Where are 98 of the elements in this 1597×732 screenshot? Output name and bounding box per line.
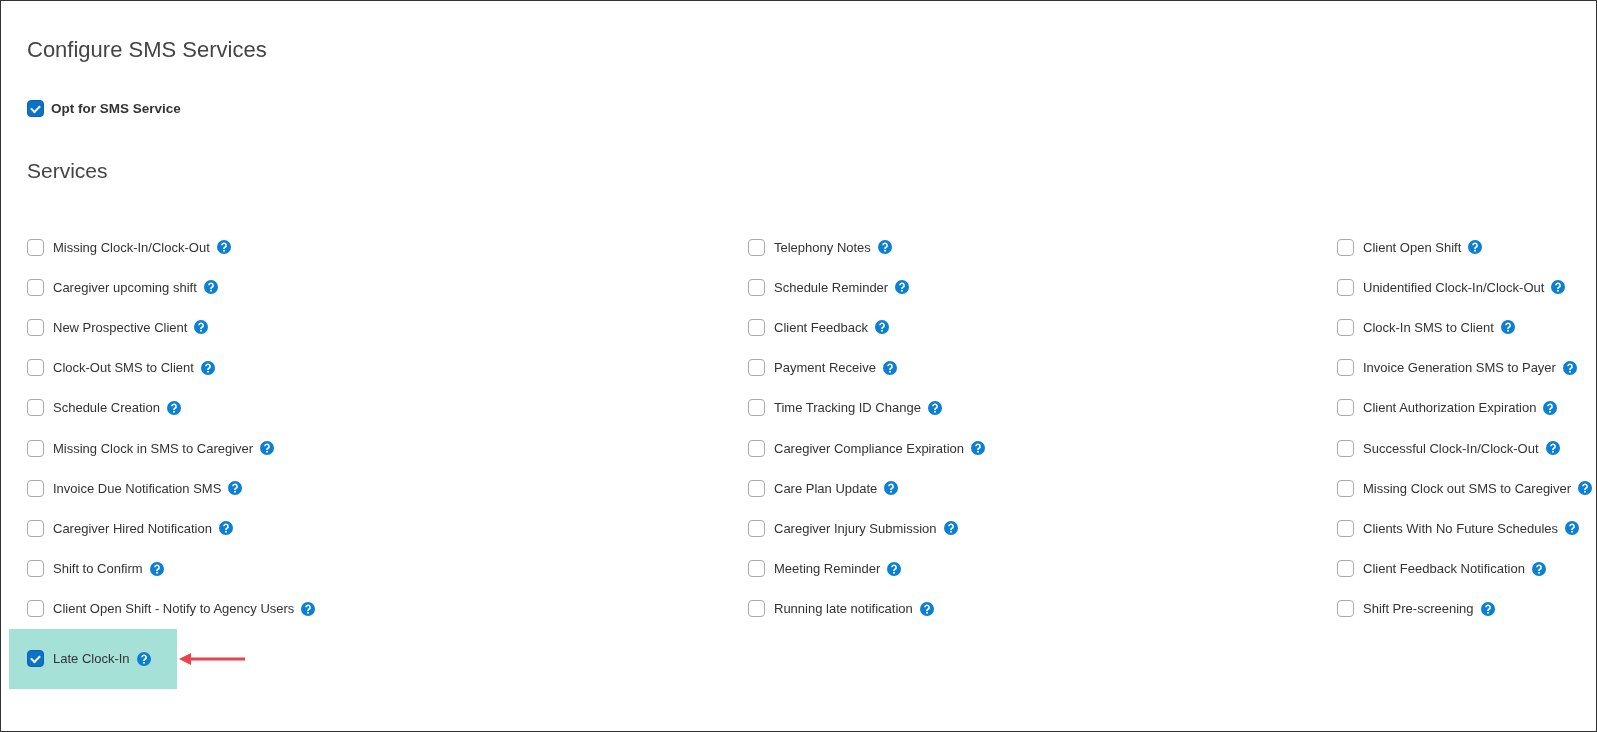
annotation-arrow (177, 650, 247, 667)
checkbox[interactable] (27, 278, 44, 296)
checkbox[interactable] (748, 479, 765, 497)
checkbox[interactable] (1337, 600, 1354, 618)
checkbox[interactable] (748, 399, 765, 417)
service-label: Clients With No Future Schedules (1363, 520, 1559, 536)
service-label: Client Open Shift - Notify to Agency Users (53, 601, 295, 617)
help-icon[interactable] (919, 601, 934, 616)
service-label: Schedule Creation (53, 400, 160, 416)
service-label: New Prospective Client (53, 319, 188, 335)
service-label: Caregiver Compliance Expiration (774, 440, 965, 456)
help-icon[interactable] (228, 481, 243, 496)
checkbox[interactable] (27, 399, 44, 417)
help-icon[interactable] (218, 521, 233, 536)
checkbox[interactable] (748, 600, 765, 618)
help-icon[interactable] (203, 280, 218, 295)
service-label: Caregiver upcoming shift (53, 279, 197, 295)
checkbox[interactable] (1337, 560, 1354, 578)
checkbox[interactable] (1337, 318, 1354, 336)
help-icon[interactable] (301, 601, 316, 616)
help-icon[interactable] (971, 441, 986, 456)
help-icon[interactable] (1551, 280, 1566, 295)
service-label: Shift to Confirm (53, 561, 143, 577)
service-label: Meeting Reminder (774, 561, 881, 577)
checkbox[interactable] (1337, 479, 1354, 497)
service-label: Invoice Generation SMS to Payer (1363, 360, 1556, 376)
service-label: Telephony Notes (774, 239, 871, 255)
checkbox[interactable] (748, 359, 765, 377)
help-icon[interactable] (1565, 521, 1580, 536)
checkbox[interactable] (748, 519, 765, 537)
service-label: Missing Clock in SMS to Caregiver (53, 440, 254, 456)
help-icon[interactable] (884, 481, 899, 496)
checkbox[interactable] (27, 600, 44, 618)
service-label: Missing Clock-In/Clock-Out (53, 239, 210, 255)
help-icon[interactable] (927, 400, 942, 415)
service-label: Client Authorization Expiration (1363, 400, 1537, 416)
service-label: Clock-In SMS to Client (1363, 319, 1494, 335)
service-label: Successful Clock-In/Clock-Out (1363, 440, 1539, 456)
checkbox[interactable] (1337, 278, 1354, 296)
help-icon[interactable] (877, 240, 892, 255)
checkbox[interactable] (27, 439, 44, 457)
help-icon[interactable] (882, 360, 897, 375)
checkbox[interactable] (27, 318, 44, 336)
checkbox[interactable] (27, 359, 44, 377)
service-label: Payment Receive (774, 360, 876, 376)
service-label: Unidentified Clock-In/Clock-Out (1363, 279, 1545, 295)
help-icon[interactable] (943, 521, 958, 536)
checkbox[interactable] (1337, 399, 1354, 417)
service-label: Time Tracking ID Change (774, 400, 921, 416)
help-icon[interactable] (1545, 441, 1560, 456)
help-icon[interactable] (895, 280, 910, 295)
help-icon[interactable] (200, 360, 215, 375)
help-icon[interactable] (1543, 400, 1558, 415)
service-label: Care Plan Update (774, 480, 878, 496)
checkbox[interactable] (1337, 238, 1354, 256)
checkbox-label: Opt for SMS Service (51, 101, 181, 116)
checkbox[interactable] (748, 560, 765, 578)
checkbox[interactable] (27, 650, 44, 668)
checkbox[interactable] (748, 238, 765, 256)
service-label: Late Clock-In (53, 651, 130, 667)
help-icon[interactable] (1480, 601, 1495, 616)
section-heading: Services (27, 159, 109, 183)
service-label: Invoice Due Notification SMS (53, 480, 222, 496)
service-label: Clock-Out SMS to Client (53, 360, 194, 376)
service-label: Client Feedback Notification (1363, 561, 1525, 577)
checkbox[interactable] (748, 318, 765, 336)
checkbox[interactable] (1337, 359, 1354, 377)
help-icon[interactable] (1500, 320, 1515, 335)
help-icon[interactable] (1531, 561, 1546, 576)
service-label: Shift Pre-screening (1363, 601, 1474, 617)
help-icon[interactable] (149, 561, 164, 576)
service-label: Client Feedback (774, 319, 868, 335)
help-icon[interactable] (166, 400, 181, 415)
help-icon[interactable] (136, 651, 151, 666)
checkbox[interactable] (748, 439, 765, 457)
checkbox[interactable] (27, 100, 44, 117)
checkbox[interactable] (748, 278, 765, 296)
help-icon[interactable] (1562, 360, 1577, 375)
checkbox[interactable] (27, 238, 44, 256)
checkbox[interactable] (27, 519, 44, 537)
checkbox[interactable] (27, 479, 44, 497)
checkbox[interactable] (1337, 439, 1354, 457)
help-icon[interactable] (1578, 481, 1593, 496)
service-label: Caregiver Hired Notification (53, 520, 212, 536)
checkbox[interactable] (27, 560, 44, 578)
help-icon[interactable] (216, 240, 231, 255)
help-icon[interactable] (874, 320, 889, 335)
help-icon[interactable] (194, 320, 209, 335)
help-icon[interactable] (1468, 240, 1483, 255)
service-label: Running late notification (774, 601, 913, 617)
help-icon[interactable] (260, 441, 275, 456)
help-icon[interactable] (887, 561, 902, 576)
service-label: Schedule Reminder (774, 279, 889, 295)
page-title: Configure SMS Services (27, 37, 268, 63)
service-label: Missing Clock out SMS to Caregiver (1363, 480, 1572, 496)
checkbox[interactable] (1337, 519, 1354, 537)
service-label: Caregiver Injury Submission (774, 520, 937, 536)
service-label: Client Open Shift (1363, 239, 1462, 255)
